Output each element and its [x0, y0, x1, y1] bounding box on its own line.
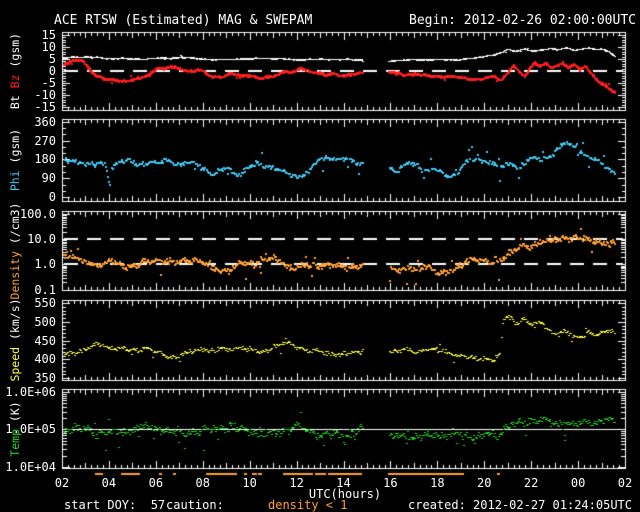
- caution-label: caution:: [166, 498, 224, 512]
- ylabel-part: (km/s): [8, 298, 22, 340]
- panel-ylabel-speed: Speed (km/s): [8, 298, 22, 382]
- ylabel-part: (gsm): [8, 128, 22, 164]
- x-tick-label: 20: [477, 476, 492, 490]
- start-doy-label: start DOY: 57: [64, 498, 166, 512]
- begin-timestamp: Begin: 2012-02-26 02:00:00UTC: [409, 13, 636, 28]
- panel-ylabel-phi: Phi (gsm): [8, 128, 22, 192]
- x-tick-label: 18: [430, 476, 445, 490]
- x-tick-label: 06: [148, 476, 164, 490]
- panel-ylabel-mag: Bt Bz (gsm): [8, 32, 22, 110]
- ylabel-part: Bz: [8, 67, 22, 89]
- axis-labels-layer: 15 10 5 0 -5 -10 -15 Bt Bz (gsm) 360 270 180 90 0 Phi…: [0, 0, 640, 512]
- ylabel-part: Speed: [8, 340, 22, 382]
- x-tick-label: 08: [195, 476, 210, 490]
- x-tick-label: 22: [523, 476, 539, 490]
- y-tick-label: 1.0E+06: [5, 385, 56, 399]
- ylabel-part: Phi: [8, 163, 22, 192]
- ylabel-part: (K): [8, 400, 22, 422]
- ylabel-part: (gsm): [8, 32, 22, 68]
- y-tick-label: 0: [48, 190, 56, 204]
- x-tick-label: 02: [617, 476, 633, 490]
- x-tick-label: 10: [242, 476, 257, 490]
- panel-ylabel-density: Density (/cm3): [8, 202, 22, 299]
- y-tick-label: 360: [34, 115, 56, 129]
- ylabel-part: Temp: [8, 421, 22, 457]
- ylabel-part: (/cm3): [8, 202, 22, 244]
- ace-rtsw-plot: 15 10 5 0 -5 -10 -15 Bt Bz (gsm) 360 270 180 90 0 Phi…: [0, 0, 640, 512]
- y-tick-label: 1.0E+04: [5, 460, 56, 474]
- plot-title: ACE RTSW (Estimated) MAG & SWEPAM: [54, 13, 313, 28]
- x-tick-label: 04: [101, 476, 117, 490]
- x-tick-label: 00: [570, 476, 586, 490]
- panel-ylabel-temp: Temp (K): [8, 400, 22, 457]
- ylabel-part: Bt: [8, 88, 22, 110]
- ylabel-part: Density: [8, 243, 22, 299]
- caution-value: density < 1: [268, 498, 348, 512]
- x-tick-label: 02: [54, 476, 70, 490]
- created-timestamp: created: 2012-02-27 01:24:05UTC: [408, 498, 632, 512]
